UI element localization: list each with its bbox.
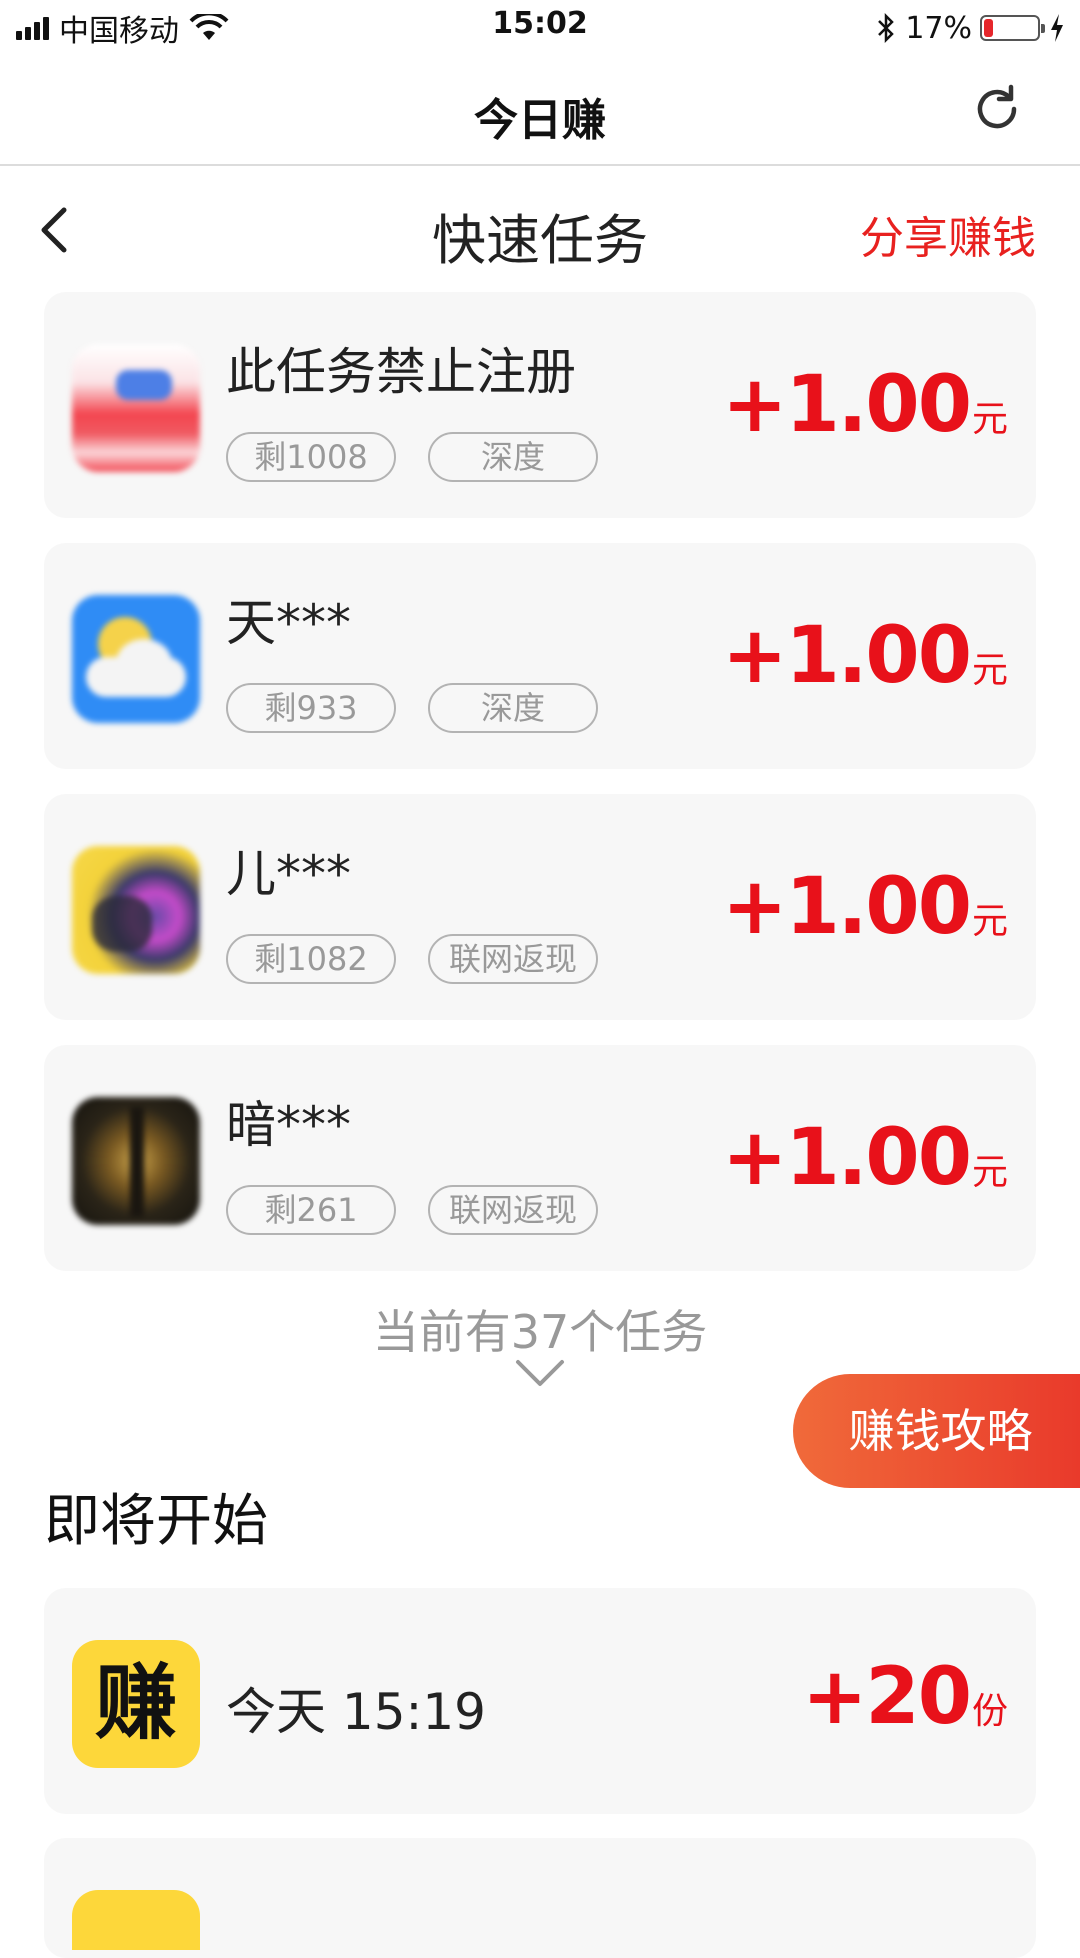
task-name: 天*** (226, 594, 351, 652)
battery-level (984, 19, 993, 37)
reward-amount: +1.00 (722, 862, 972, 952)
reward-amount: +1.00 (722, 360, 972, 450)
task-card[interactable]: 儿*** 剩1082 联网返现 +1.00元 (44, 794, 1036, 1020)
task-type-badge: 深度 (428, 432, 598, 482)
blurred-app-icon (72, 344, 200, 472)
bluetooth-icon (878, 12, 895, 44)
earning-guide-button[interactable]: 赚钱攻略 (793, 1374, 1080, 1488)
task-card[interactable]: 此任务禁止注册 剩1008 深度 +1.00元 (44, 292, 1036, 518)
upcoming-title: 即将开始 (44, 1489, 268, 1554)
task-count-text[interactable]: 当前有37个任务 (0, 1296, 1080, 1362)
upcoming-reward-unit: 份 (971, 1691, 1008, 1732)
task-type-badge: 联网返现 (428, 934, 598, 984)
chevron-down-icon[interactable] (514, 1358, 566, 1390)
upcoming-reward: +20份 (802, 1652, 1008, 1742)
task-name: 暗*** (226, 1096, 351, 1154)
share-earn-link[interactable]: 分享赚钱 (860, 202, 1036, 266)
page-title: 今日赚 (474, 95, 606, 146)
task-card[interactable]: 天*** 剩933 深度 +1.00元 (44, 543, 1036, 769)
reward: +1.00元 (722, 360, 1008, 450)
zhuan-app-icon-partial (72, 1890, 200, 1950)
reward-unit: 元 (971, 1152, 1008, 1193)
upcoming-card-partial[interactable] (44, 1838, 1036, 1958)
status-right: 17% (875, 8, 1066, 48)
task-type-badge: 联网返现 (428, 1185, 598, 1235)
reward-unit: 元 (971, 901, 1008, 942)
task-name: 此任务禁止注册 (226, 343, 576, 401)
zhuan-app-icon: 赚 (72, 1640, 200, 1768)
reward-unit: 元 (971, 399, 1008, 440)
reward: +1.00元 (722, 862, 1008, 952)
nav-bar: 今日赚 (0, 54, 1080, 166)
section-header: 快速任务 分享赚钱 (0, 166, 1080, 288)
reward: +1.00元 (722, 611, 1008, 701)
refresh-icon[interactable] (970, 82, 1024, 136)
blurred-dark-game-icon (72, 1097, 200, 1225)
battery-percent: 17% (905, 10, 972, 46)
remaining-badge: 剩1082 (226, 934, 396, 984)
upcoming-reward-amount: +20 (802, 1652, 972, 1742)
remaining-badge: 剩1008 (226, 432, 396, 482)
upcoming-time: 今天 15:19 (226, 1683, 486, 1741)
reward-amount: +1.00 (722, 611, 972, 701)
charging-icon (1051, 14, 1063, 42)
task-type-badge: 深度 (428, 683, 598, 733)
status-bar: 中国移动 15:02 17% (0, 0, 1080, 54)
blurred-game-icon (72, 846, 200, 974)
reward-amount: +1.00 (722, 1113, 972, 1203)
weather-app-icon (72, 595, 200, 723)
remaining-badge: 剩933 (226, 683, 396, 733)
reward-unit: 元 (971, 650, 1008, 691)
task-name: 儿*** (226, 845, 351, 903)
battery-icon (980, 15, 1045, 41)
upcoming-card[interactable]: 赚 今天 15:19 +20份 (44, 1588, 1036, 1814)
task-card[interactable]: 暗*** 剩261 联网返现 +1.00元 (44, 1045, 1036, 1271)
reward: +1.00元 (722, 1113, 1008, 1203)
remaining-badge: 剩261 (226, 1185, 396, 1235)
